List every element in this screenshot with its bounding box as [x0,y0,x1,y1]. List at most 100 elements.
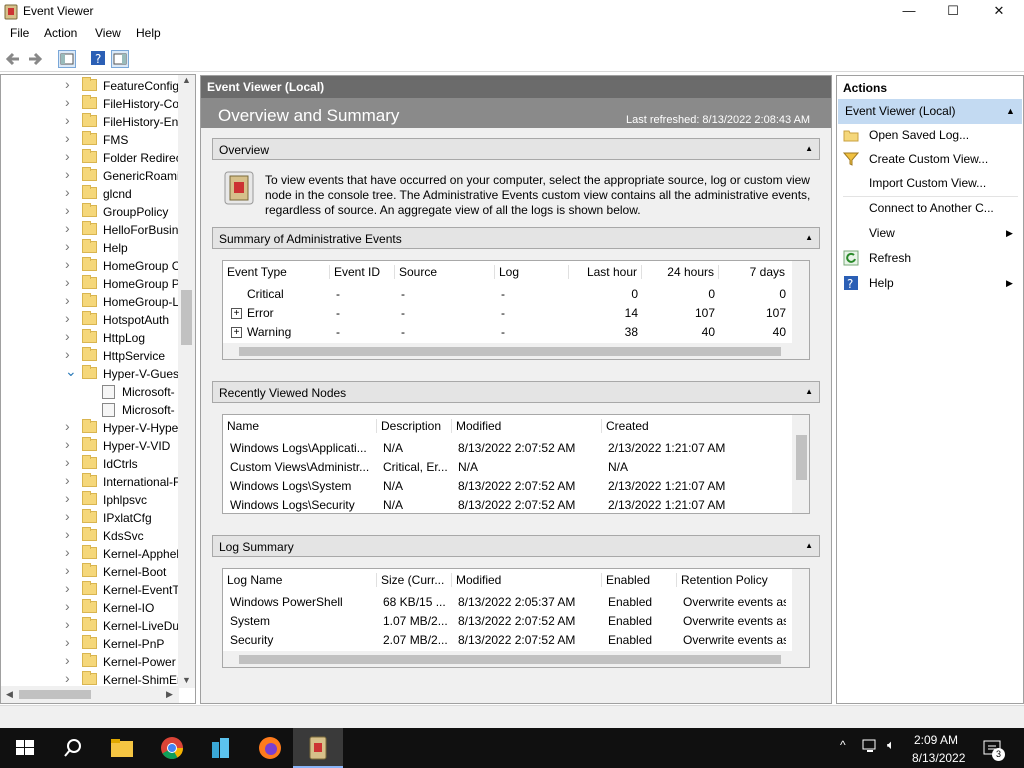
chevron-right-icon[interactable]: › [65,293,75,308]
tree-item[interactable]: › Kernel-PnP [1,635,179,653]
column-header[interactable]: Description [376,419,451,433]
tree-item[interactable]: › FileHistory-Co [1,95,179,113]
menu-help[interactable]: Help [136,26,161,40]
chevron-down-icon[interactable]: ⌄ [65,365,77,379]
log-summary-grid[interactable]: Log Name Size (Curr... Modified Enabled Rete… [222,568,810,668]
actions-selected-node[interactable]: Event Viewer (Local) ▲ [838,99,1022,124]
chevron-right-icon[interactable]: › [65,617,75,632]
admin-events-section-header[interactable]: Summary of Administrative Events ▲ [212,227,820,249]
search-icon[interactable] [61,736,85,760]
tree-item[interactable]: Microsoft- [1,401,179,419]
column-header[interactable]: Size (Curr... [376,573,451,587]
collapse-caret-icon[interactable]: ▲ [805,144,813,153]
chrome-icon[interactable] [160,736,184,760]
chevron-right-icon[interactable]: › [65,131,75,146]
chevron-right-icon[interactable]: › [65,437,75,452]
server-manager-icon[interactable] [209,736,233,760]
collapse-caret-icon[interactable]: ▲ [1006,99,1015,124]
maximize-button[interactable]: ☐ [930,0,976,23]
column-header[interactable]: Event ID [329,265,394,279]
chevron-right-icon[interactable]: › [65,419,75,434]
chevron-right-icon[interactable]: › [65,257,75,272]
tree-item[interactable]: › IPxlatCfg [1,509,179,527]
chevron-right-icon[interactable]: › [65,635,75,650]
chevron-right-icon[interactable]: › [65,347,75,362]
chevron-right-icon[interactable]: › [65,473,75,488]
tree-item[interactable]: › HotspotAuth [1,311,179,329]
tree-item[interactable]: › IdCtrls [1,455,179,473]
menu-view[interactable]: View [95,26,121,40]
chevron-right-icon[interactable]: › [65,185,75,200]
column-header[interactable]: Name [223,419,376,433]
back-arrow-icon[interactable] [4,50,22,68]
tree-item[interactable]: › FMS [1,131,179,149]
tree-item[interactable]: › GroupPolicy [1,203,179,221]
vertical-scrollbar[interactable] [792,569,809,651]
column-header[interactable]: Source [394,265,494,279]
tree-item[interactable]: › Hyper-V-VID [1,437,179,455]
file-explorer-icon[interactable] [110,736,134,760]
chevron-right-icon[interactable]: › [65,329,75,344]
tree-item[interactable]: › KdsSvc [1,527,179,545]
column-header[interactable]: Log [494,265,568,279]
tree-item[interactable]: › HttpService [1,347,179,365]
tree-item[interactable]: › International-F [1,473,179,491]
recent-nodes-grid[interactable]: Name Description Modified Created Windows Lo… [222,414,810,514]
chevron-right-icon[interactable]: › [65,239,75,254]
scroll-right-icon[interactable]: ▶ [166,689,173,700]
column-header[interactable]: Event Type [223,265,329,279]
clock-date[interactable]: 8/13/2022 [912,751,965,765]
chevron-right-icon[interactable]: › [65,671,75,686]
vertical-scrollbar[interactable] [792,261,809,343]
chevron-right-icon[interactable]: › [65,653,75,668]
overview-section-header[interactable]: Overview ▲ [212,138,820,160]
menu-action[interactable]: Action [44,26,77,40]
collapse-caret-icon[interactable]: ▲ [805,233,813,242]
close-button[interactable]: ✕ [976,0,1022,23]
volume-icon[interactable]: 🔈︎ [887,737,895,753]
chevron-right-icon[interactable]: › [65,95,75,110]
network-icon[interactable] [862,738,880,754]
chevron-right-icon[interactable]: › [65,455,75,470]
tree-item[interactable]: › HttpLog [1,329,179,347]
chevron-right-icon[interactable]: › [65,509,75,524]
tree-item[interactable]: › HomeGroup-L [1,293,179,311]
column-header[interactable]: Modified [451,573,601,587]
tree-item[interactable]: › GenericRoamin [1,167,179,185]
tree-item[interactable]: › Help [1,239,179,257]
tree-item[interactable]: › Kernel-EventTr [1,581,179,599]
scroll-up-icon[interactable]: ▲ [182,75,191,85]
tree-item[interactable]: ⌄ Hyper-V-Guest [1,365,179,383]
tree-hscroll-thumb[interactable] [19,690,91,699]
column-header[interactable]: 7 days [718,265,789,279]
tree-item[interactable]: Microsoft- [1,383,179,401]
column-header[interactable]: Last hour [568,265,641,279]
minimize-button[interactable]: — [886,0,932,23]
tree-item[interactable]: › FeatureConfig [1,77,179,95]
chevron-right-icon[interactable]: › [65,581,75,596]
column-header[interactable]: Created [601,419,789,433]
chevron-right-icon[interactable]: › [65,563,75,578]
event-viewer-taskbar-button[interactable] [293,728,343,768]
chevron-right-icon[interactable]: › [65,275,75,290]
tree-item[interactable]: › Folder Redirect [1,149,179,167]
tree-item[interactable]: › Kernel-Apphel [1,545,179,563]
column-header[interactable]: Modified [451,419,601,433]
chevron-right-icon[interactable]: › [65,527,75,542]
show-hidden-icons-chevron-icon[interactable]: ^ [840,738,846,752]
expand-plus-icon[interactable]: + [231,308,242,319]
log-summary-section-header[interactable]: Log Summary ▲ [212,535,820,557]
tree-item[interactable]: › Kernel-Boot [1,563,179,581]
notifications-icon[interactable]: 3 [983,739,1005,761]
tree-item[interactable]: › glcnd [1,185,179,203]
chevron-right-icon[interactable]: › [65,491,75,506]
tree-item[interactable]: › Kernel-LiveDur [1,617,179,635]
tree-vertical-scrollbar[interactable] [178,75,195,688]
help-icon[interactable]: ? [90,50,108,68]
chevron-right-icon[interactable]: › [65,77,75,92]
tree-item[interactable]: › FileHistory-Eng [1,113,179,131]
chevron-right-icon[interactable]: › [65,113,75,128]
tree-item[interactable]: › HelloForBusine [1,221,179,239]
collapse-caret-icon[interactable]: ▲ [805,387,813,396]
action-item[interactable]: Import Custom View... [869,176,986,190]
